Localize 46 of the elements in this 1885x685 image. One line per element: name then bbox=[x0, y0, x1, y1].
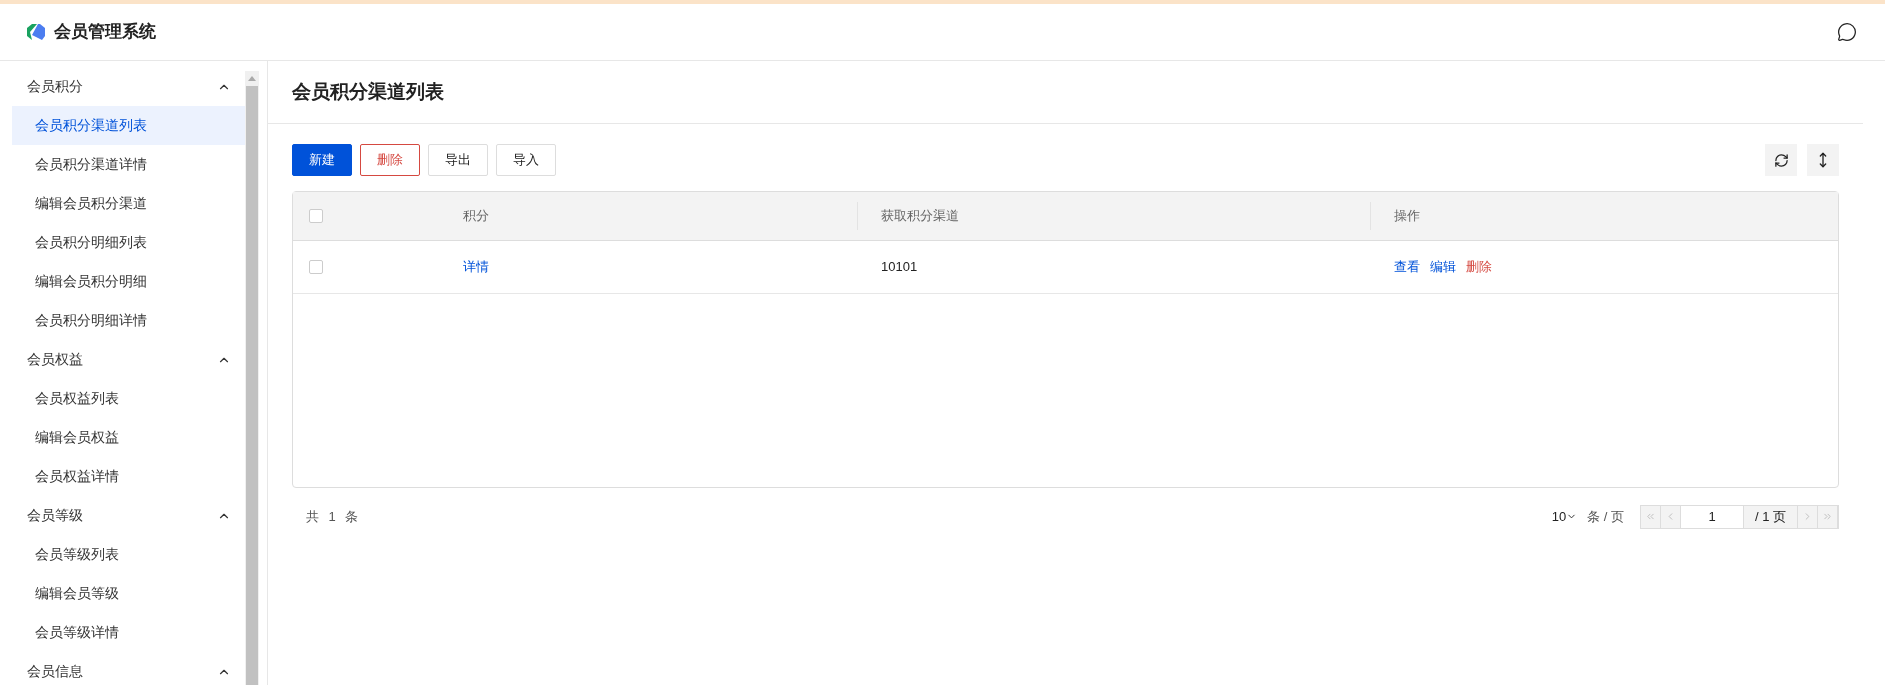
scrollbar[interactable] bbox=[245, 71, 259, 685]
pager[interactable]: 1 / 1 页 bbox=[1640, 504, 1839, 529]
toolbar-button[interactable]: 导入 bbox=[496, 144, 556, 176]
total-count: 共 1 条 bbox=[305, 507, 362, 526]
menu-item[interactable]: 会员积分渠道详情 bbox=[12, 145, 245, 184]
page-size-select[interactable]: 10 bbox=[1551, 506, 1578, 527]
checkbox[interactable] bbox=[309, 209, 323, 223]
menu-group[interactable]: 会员积分 bbox=[12, 67, 245, 106]
menu-group[interactable]: 会员信息 bbox=[12, 652, 245, 685]
first-page-icon bbox=[1645, 511, 1656, 522]
menu-item[interactable]: 会员积分渠道列表 bbox=[12, 106, 245, 145]
app-title: 会员管理系统 bbox=[54, 21, 156, 44]
column-header: 积分 bbox=[463, 207, 489, 226]
scroll-up-icon[interactable] bbox=[248, 76, 256, 81]
action-link[interactable]: 删除 bbox=[1466, 257, 1492, 277]
menu-item[interactable]: 会员积分明细详情 bbox=[12, 301, 245, 340]
toolbar-button[interactable]: 新建 bbox=[292, 144, 352, 176]
page-count: / 1 页 bbox=[1744, 505, 1798, 528]
page-title: 会员积分渠道列表 bbox=[292, 79, 444, 104]
detail-link[interactable]: 详情 bbox=[463, 259, 489, 275]
menu-item[interactable]: 会员权益列表 bbox=[12, 379, 245, 418]
action-link[interactable]: 查看 bbox=[1394, 257, 1420, 277]
menu-group[interactable]: 会员等级 bbox=[12, 496, 245, 535]
menu-item[interactable]: 会员积分明细列表 bbox=[12, 223, 245, 262]
menu-item[interactable]: 会员等级详情 bbox=[12, 613, 245, 652]
column-header: 操作 bbox=[1394, 207, 1420, 226]
menu-item[interactable]: 编辑会员等级 bbox=[12, 574, 245, 613]
action-link[interactable]: 编辑 bbox=[1430, 257, 1456, 277]
menu-item[interactable]: 会员等级列表 bbox=[12, 535, 245, 574]
menu-item[interactable]: 编辑会员积分明细 bbox=[12, 262, 245, 301]
toolbar-button[interactable]: 导出 bbox=[428, 144, 488, 176]
menu-group[interactable]: 会员权益 bbox=[12, 340, 245, 379]
toolbar-button[interactable]: 删除 bbox=[360, 144, 420, 176]
menu-item[interactable]: 编辑会员积分渠道 bbox=[12, 184, 245, 223]
table-cell: 10101 bbox=[881, 259, 918, 275]
menu-item[interactable]: 编辑会员权益 bbox=[12, 418, 245, 457]
per-page-label: 条 / 页 bbox=[1587, 507, 1624, 526]
logo-icon bbox=[26, 23, 46, 41]
menu-item[interactable]: 会员权益详情 bbox=[12, 457, 245, 496]
last-page-icon bbox=[1822, 511, 1833, 522]
row-height-button[interactable] bbox=[1807, 144, 1839, 176]
chat-icon[interactable] bbox=[1837, 22, 1857, 42]
refresh-icon bbox=[1773, 152, 1789, 168]
checkbox[interactable] bbox=[309, 260, 323, 274]
column-header: 获取积分渠道 bbox=[881, 207, 959, 226]
refresh-button[interactable] bbox=[1765, 144, 1797, 176]
